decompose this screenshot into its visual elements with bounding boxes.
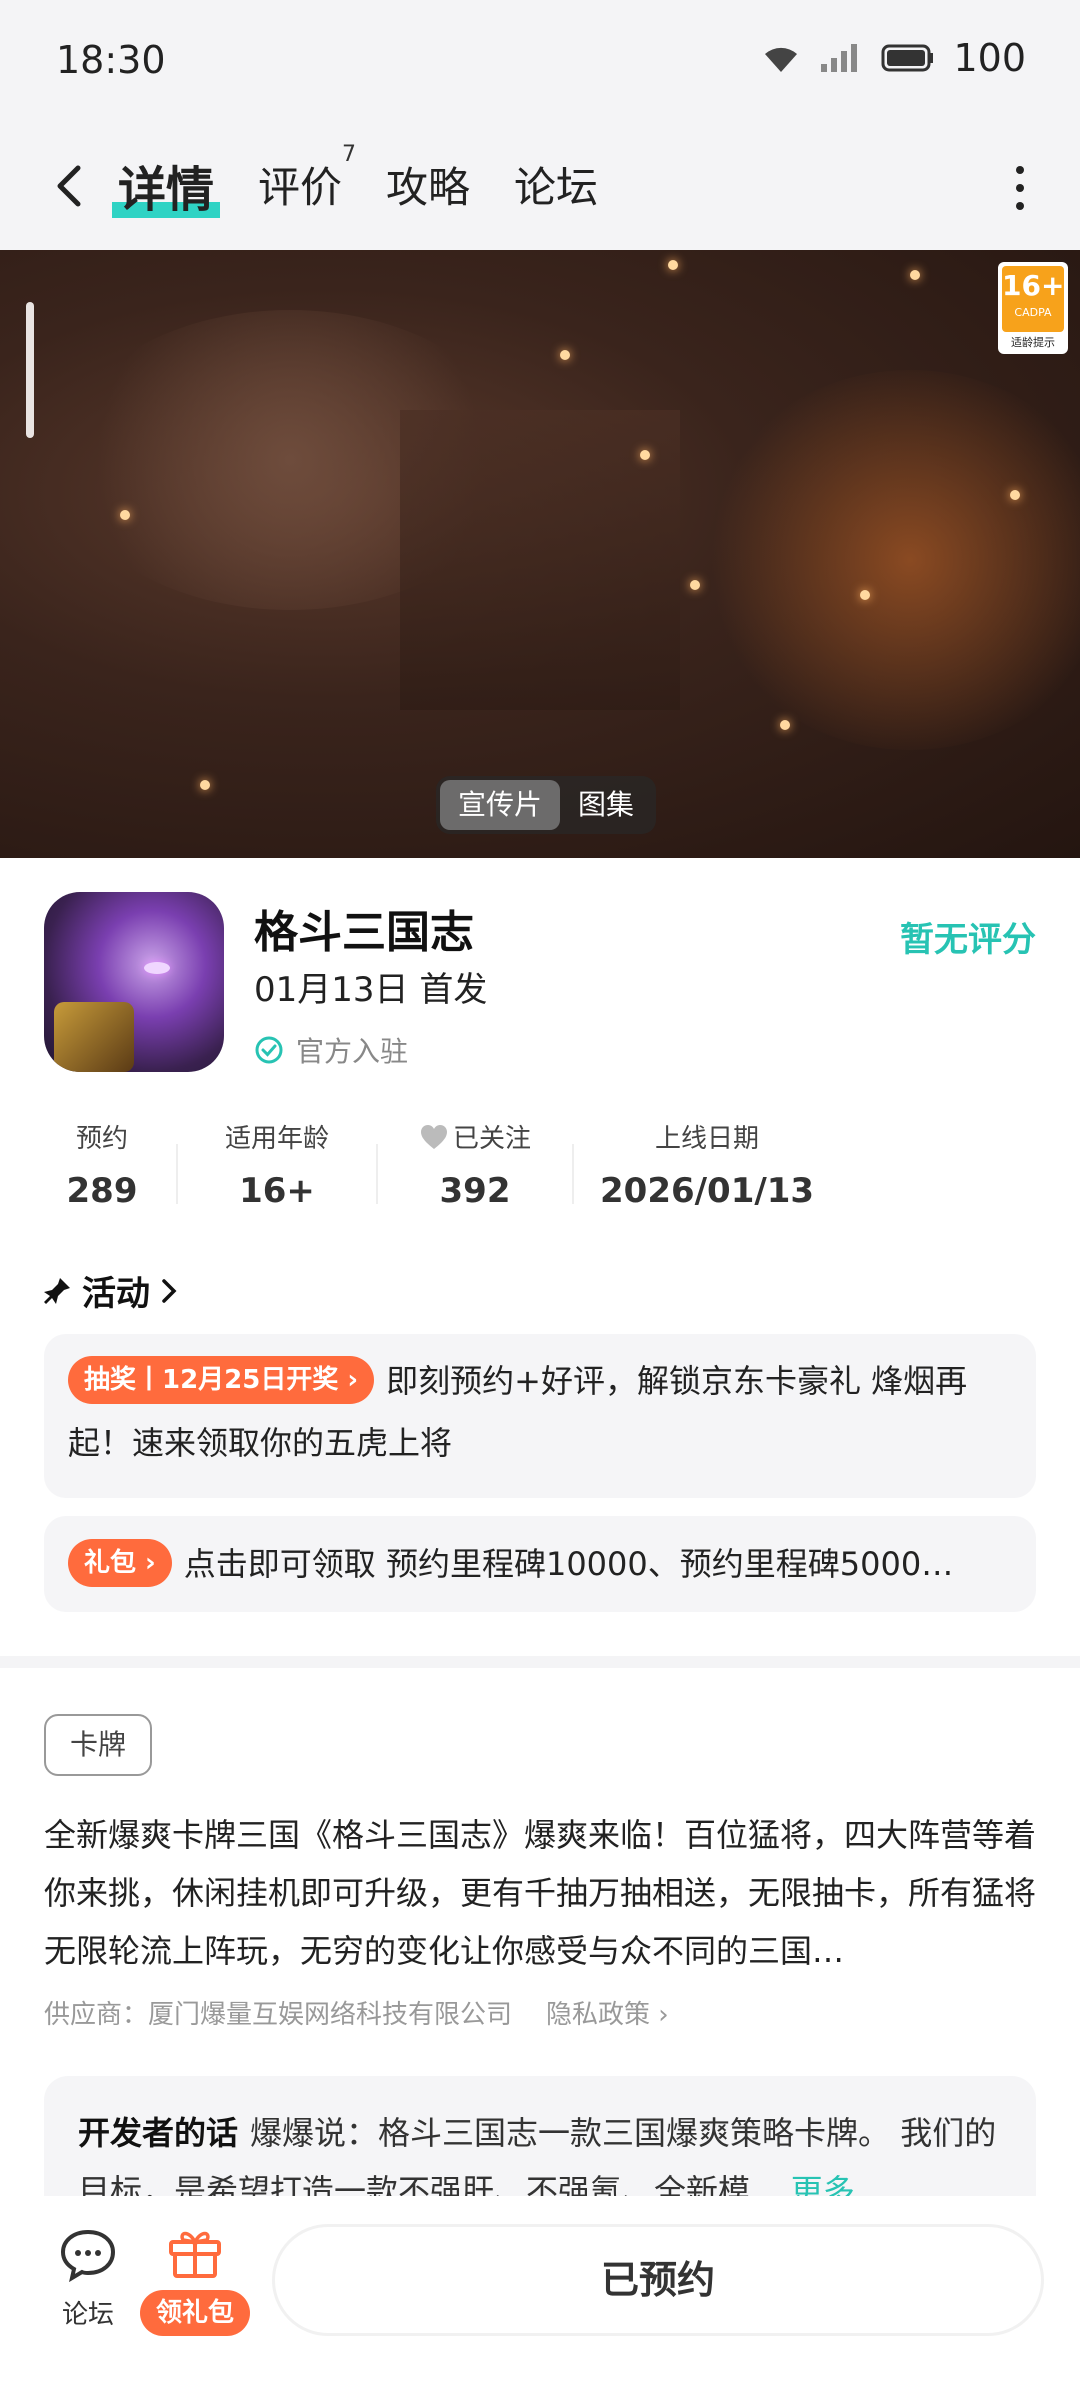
activity-header[interactable]: 活动 [44, 1266, 178, 1315]
battery-icon [881, 44, 934, 72]
tab-detail[interactable]: 详情 [112, 150, 221, 220]
activity-card-gift[interactable]: 礼包 › 点击即可领取 预约里程碑10000、预约里程碑5000… [44, 1516, 1036, 1612]
stat-reservations: 预约 289 [66, 1124, 138, 1211]
top-nav: 详情 评价 7 攻略 论坛 [0, 124, 1080, 250]
forum-chat-icon [60, 2229, 116, 2283]
back-arrow-icon[interactable] [44, 158, 100, 214]
tab-reviews[interactable]: 评价 7 [258, 142, 356, 215]
lottery-tag[interactable]: 抽奖丨12月25日开奖 › [68, 1356, 375, 1404]
official-badge: 官方入驻 [254, 1030, 408, 1070]
forum-button[interactable]: 论坛 [54, 2228, 122, 2331]
media-toggle: 宣传片 图集 [436, 776, 657, 834]
media-scroll-indicator [26, 302, 34, 438]
supplier-name: 供应商：厦门爆量互娱网络科技有限公司 [44, 2000, 513, 2030]
gift-tag[interactable]: 礼包 › [68, 1539, 172, 1587]
more-options-icon[interactable] [1000, 160, 1040, 216]
developer-note-title: 开发者的话 [78, 2114, 239, 2152]
game-description[interactable]: 全新爆爽卡牌三国《格斗三国志》爆爽来临！百位猛将，四大阵营等着你来挑，休闲挂机即… [44, 1806, 1036, 1980]
release-info: 01月13日 首发 [254, 970, 488, 1010]
gift-text: 点击即可领取 预约里程碑10000、预约里程碑5000… [183, 1545, 954, 1583]
age-rating-badge: 16+ CADPA 适龄提示 [998, 262, 1068, 354]
wifi-icon [765, 47, 798, 72]
check-circle-icon [255, 1036, 283, 1064]
battery-level: 100 [953, 36, 1026, 80]
reserved-button[interactable]: 已预约 [272, 2224, 1044, 2336]
status-time: 18:30 [56, 38, 166, 82]
stats-row: 预约 289 适用年龄 16+ 已关注 392 上线日期 2026/01/13 [0, 1118, 1080, 1228]
tab-forum[interactable]: 论坛 [514, 154, 598, 215]
signal-icon [821, 44, 858, 72]
video-scene [400, 410, 680, 710]
stat-launch-date: 上线日期 2026/01/13 [600, 1124, 815, 1211]
tab-guides[interactable]: 攻略 [386, 154, 470, 215]
game-icon [44, 892, 224, 1072]
stat-follow[interactable]: 已关注 392 [400, 1118, 550, 1211]
reviews-count-badge: 7 [342, 142, 357, 167]
gift-button[interactable]: 领礼包 [140, 2224, 250, 2336]
status-icons: 100 [761, 36, 1026, 80]
game-title: 格斗三国志 [254, 907, 474, 958]
privacy-policy-link[interactable]: 隐私政策 › [546, 1994, 669, 2031]
section-divider [0, 1656, 1080, 1668]
promo-video-tab[interactable]: 宣传片 [440, 780, 561, 830]
gallery-tab[interactable]: 图集 [560, 780, 652, 830]
score-label: 暂无评分 [900, 920, 1036, 960]
pin-icon [44, 1277, 70, 1304]
heart-icon [420, 1124, 447, 1149]
stat-age: 适用年龄 16+ [224, 1124, 329, 1211]
gift-icon [169, 2231, 221, 2278]
activity-card-lottery[interactable]: 抽奖丨12月25日开奖 › 即刻预约+好评，解锁京东卡豪礼 烽烟再起！速来领取你的… [44, 1334, 1036, 1498]
promo-video[interactable]: 16+ CADPA 适龄提示 宣传片 图集 [0, 250, 1080, 858]
supplier-row: 供应商：厦门爆量互娱网络科技有限公司 隐私政策 › [44, 1994, 669, 2031]
status-bar: 18:30 100 [0, 0, 1080, 124]
bottom-action-bar: 论坛 领礼包 已预约 [0, 2196, 1080, 2400]
genre-tag[interactable]: 卡牌 [44, 1714, 153, 1776]
chevron-right-icon [162, 1278, 177, 1303]
